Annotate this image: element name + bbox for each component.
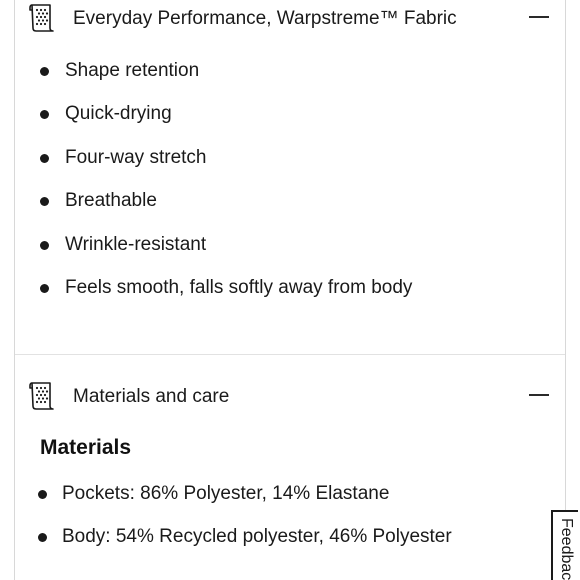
list-item: Breathable bbox=[15, 190, 565, 233]
fabric-section-title: Everyday Performance, Warpstreme™ Fabric bbox=[73, 8, 457, 29]
materials-section: Materials and care Materials Pockets: 86… bbox=[15, 355, 565, 580]
materials-list: Pockets: 86% Polyester, 14% Elastane Bod… bbox=[15, 483, 565, 570]
bullet-icon bbox=[38, 490, 47, 499]
bullet-icon bbox=[40, 197, 49, 207]
list-item: Shape retention bbox=[15, 60, 565, 103]
panel-right-border bbox=[565, 0, 566, 580]
fabric-section: Everyday Performance, Warpstreme™ Fabric… bbox=[15, 0, 565, 354]
minus-icon[interactable] bbox=[529, 16, 549, 18]
list-item: Wrinkle-resistant bbox=[15, 234, 565, 277]
feedback-button[interactable]: Feedback bbox=[551, 510, 578, 580]
product-details-panel: Everyday Performance, Warpstreme™ Fabric… bbox=[0, 0, 580, 580]
fabric-features-list: Shape retention Quick-drying Four-way st… bbox=[15, 60, 565, 320]
list-item: Feels smooth, falls softly away from bod… bbox=[15, 277, 565, 320]
list-item: Quick-drying bbox=[15, 103, 565, 146]
list-item: Four-way stretch bbox=[15, 147, 565, 190]
list-item: Body: 54% Recycled polyester, 46% Polyes… bbox=[15, 526, 565, 569]
fabric-section-header[interactable]: Everyday Performance, Warpstreme™ Fabric bbox=[15, 0, 565, 40]
bullet-icon bbox=[40, 67, 49, 76]
feedback-label: Feedback bbox=[558, 518, 575, 580]
bullet-icon bbox=[40, 240, 49, 250]
bullet-icon bbox=[40, 153, 49, 163]
fabric-swatch-icon bbox=[29, 380, 55, 412]
minus-icon[interactable] bbox=[529, 394, 549, 396]
fabric-swatch-icon bbox=[29, 2, 55, 34]
bullet-icon bbox=[38, 533, 47, 543]
materials-section-header[interactable]: Materials and care bbox=[15, 378, 565, 418]
list-item: Pockets: 86% Polyester, 14% Elastane bbox=[15, 483, 565, 526]
bullet-icon bbox=[40, 110, 49, 120]
materials-section-title: Materials and care bbox=[73, 386, 230, 407]
bullet-icon bbox=[40, 283, 49, 293]
materials-heading: Materials bbox=[40, 436, 132, 459]
